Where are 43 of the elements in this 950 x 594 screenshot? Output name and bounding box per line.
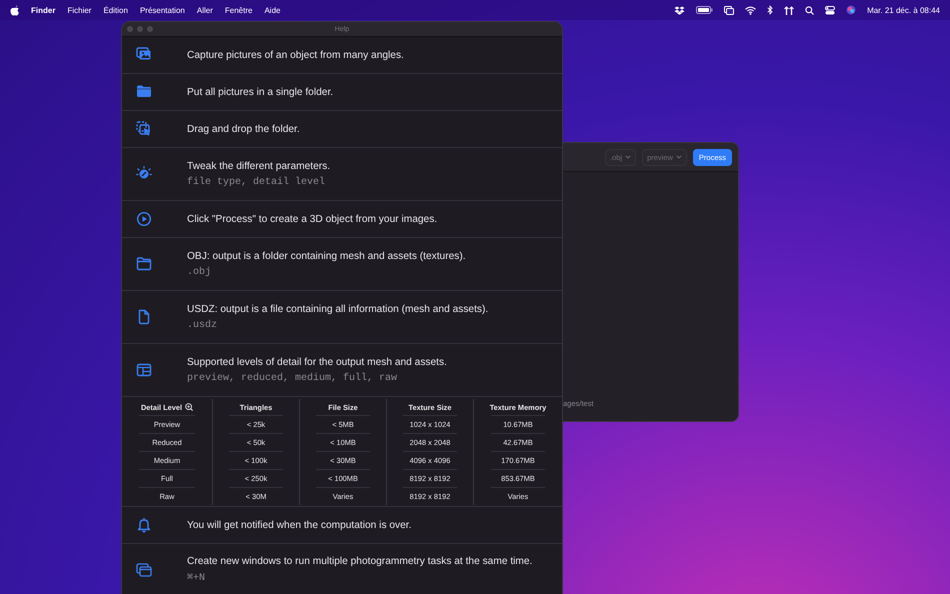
wifi-icon[interactable] — [745, 6, 756, 14]
step-text: Supported levels of detail for the output mesh and assets. — [187, 356, 448, 368]
step-text: Put all pictures in a single folder. — [187, 86, 334, 98]
step-detail: .obj — [187, 266, 212, 278]
menu-item[interactable]: Présentation — [140, 6, 185, 14]
apple-logo-icon[interactable] — [10, 4, 19, 16]
step-text: Click "Process" to create a 3D object from your images. — [187, 214, 438, 224]
battery-icon[interactable] — [696, 6, 714, 14]
menu-item[interactable]: Aller — [196, 6, 213, 14]
drag-drop-icon — [136, 121, 152, 137]
app-menu[interactable]: Finder — [31, 6, 56, 14]
bell-icon — [136, 517, 152, 533]
bluetooth-icon[interactable] — [767, 5, 774, 15]
control-center-icon[interactable] — [825, 6, 836, 14]
step-text: Drag and drop the folder. — [187, 124, 301, 134]
chevron-down-icon — [625, 155, 632, 159]
siri-icon[interactable] — [846, 5, 856, 15]
menu-item[interactable]: Fichier — [67, 6, 92, 14]
step-detail: file type, detail level — [187, 176, 326, 188]
search-icon[interactable] — [805, 6, 814, 14]
step-text: Create new windows to run multiple photogrammetry tasks at the same time. — [187, 556, 534, 567]
menu-bar-clock[interactable]: Mar. 21 déc. à 08:44 — [867, 6, 940, 14]
screen-mirroring-icon[interactable] — [724, 6, 734, 14]
step-text: Capture pictures of an object from many angles. — [187, 50, 405, 60]
dropbox-icon[interactable] — [674, 6, 686, 14]
chevron-down-icon — [676, 155, 682, 159]
folder-icon — [136, 84, 152, 100]
magnifier-icon[interactable] — [185, 403, 194, 411]
step-text: OBJ: output is a folder containing mesh and assets (textures). — [187, 250, 467, 262]
step-text: Tweak the different parameters. — [187, 160, 332, 172]
step-text: You will get notified when the computation is over. — [187, 520, 412, 530]
document-icon — [136, 309, 152, 325]
layout-icon — [136, 362, 152, 378]
play-icon — [136, 211, 152, 227]
step-detail: .usdz — [187, 320, 218, 330]
step-detail: preview, reduced, medium, full, raw — [187, 372, 398, 384]
menu-item[interactable]: Édition — [103, 6, 128, 14]
step-detail: ⌘+N — [187, 572, 206, 584]
step-text: USDZ: output is a file containing all information (mesh and assets). — [187, 304, 490, 314]
menu-item[interactable]: Aide — [264, 6, 280, 14]
windows-icon — [136, 562, 152, 578]
menu-item[interactable]: Fenêtre — [224, 6, 252, 14]
folder-icon — [136, 256, 152, 272]
